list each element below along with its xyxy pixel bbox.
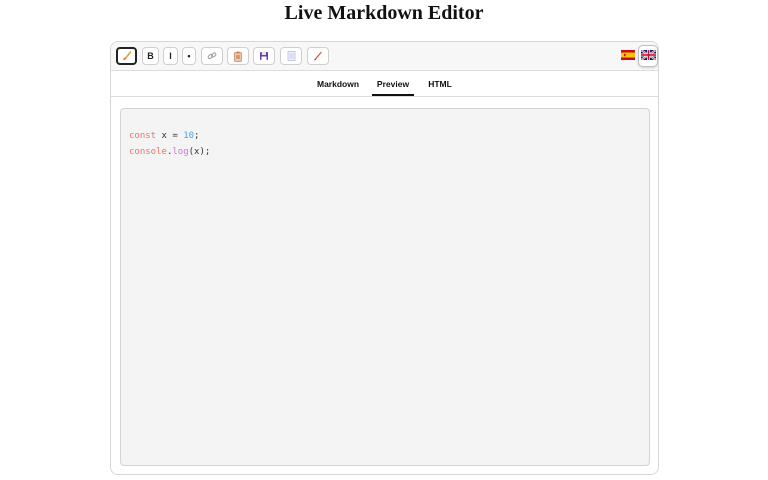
code-line: console.log(x); [129,144,210,160]
clipboard-icon [233,51,243,62]
code-arguments: (x); [188,147,211,157]
language-en-button[interactable] [638,45,658,67]
code-number: 10 [183,131,195,141]
pen-icon [313,51,323,61]
code-keyword: const [129,131,157,141]
tab-preview[interactable]: Preview [372,71,414,96]
code-punctuation: ; [194,131,200,141]
language-es-button[interactable] [620,49,635,63]
page-title: Live Markdown Editor [284,2,484,24]
link-icon [207,51,217,61]
view-tabs: Markdown Preview HTML [111,71,658,97]
insert-link-button[interactable] [201,47,223,65]
save-button[interactable] [253,47,275,65]
code-identifier: x = [156,131,184,141]
toolbar: B I • [111,42,658,71]
code-method: log [172,147,189,157]
clear-format-button[interactable] [116,47,137,65]
brush-icon [122,51,132,61]
document-icon [287,51,296,61]
bullet-list-button[interactable]: • [182,47,196,65]
spain-flag-icon [620,47,635,65]
code-block: const x = 10; console.log(x); [129,128,210,160]
export-button[interactable] [280,47,302,65]
uk-flag-icon [639,47,657,65]
italic-button[interactable]: I [163,47,178,65]
copy-button[interactable] [227,47,249,65]
preview-pane: const x = 10; console.log(x); [120,108,650,466]
bold-button[interactable]: B [142,47,159,65]
code-line: const x = 10; [129,128,210,144]
save-icon [259,51,269,61]
markdown-editor: B I • Markdown Preview HTML const x = 10… [110,41,659,475]
tab-html[interactable]: HTML [426,71,454,96]
code-object: console [129,147,167,157]
edit-button[interactable] [307,47,329,65]
tab-markdown[interactable]: Markdown [317,71,359,96]
